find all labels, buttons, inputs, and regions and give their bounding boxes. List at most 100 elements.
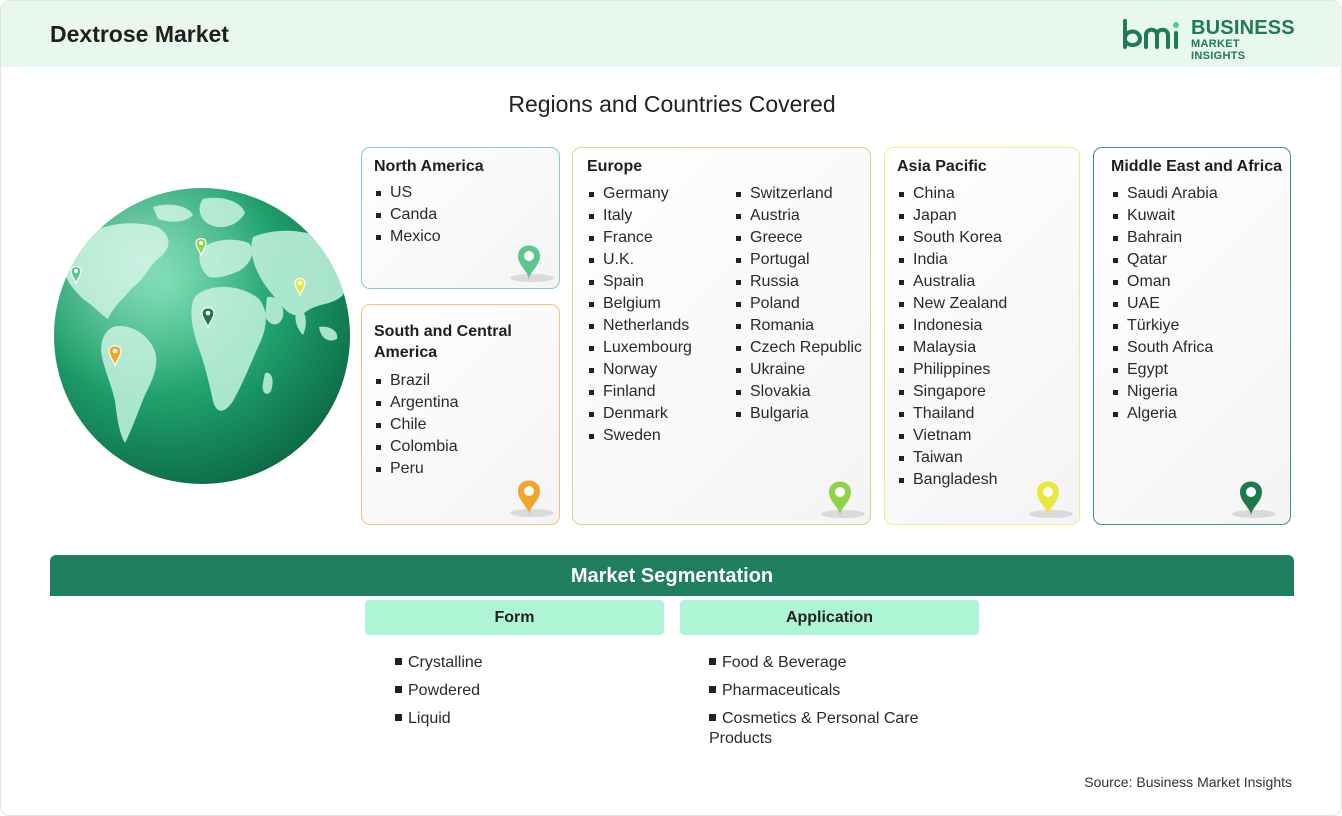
list-item: Colombia [374, 436, 459, 458]
segmentation-title: Market Segmentation [570, 565, 774, 587]
list-item: Bulgaria [734, 403, 862, 425]
map-pin-icon [510, 245, 554, 282]
list-item: Taiwan [897, 447, 1007, 469]
header-bar: Dextrose Market BUSINESS MARKET INSIGHTS [1, 1, 1341, 67]
list-item: Powdered [395, 681, 655, 701]
bullet-icon [395, 658, 402, 665]
list-item: Nigeria [1111, 381, 1218, 403]
map-pin-icon [510, 480, 554, 517]
region-title: North America [374, 158, 484, 175]
list-item: Thailand [897, 403, 1007, 425]
region-card-middle-east-africa: Middle East and Africa Saudi Arabia Kuwa… [1093, 147, 1291, 525]
segment-item-label: Food & Beverage [722, 654, 847, 671]
country-list-col2: Switzerland Austria Greece Portugal Russ… [734, 183, 862, 425]
list-item: Chile [374, 414, 459, 436]
list-item: Liquid [395, 709, 655, 729]
list-item: Japan [897, 205, 1007, 227]
list-item: Egypt [1111, 359, 1218, 381]
map-pin-icon [1029, 481, 1073, 518]
bullet-icon [709, 658, 716, 665]
region-card-south-central-america: South and Central America Brazil Argenti… [361, 304, 560, 525]
region-title: South and Central America [374, 323, 512, 361]
list-item: Peru [374, 458, 459, 480]
list-item: France [587, 227, 692, 249]
list-item: Saudi Arabia [1111, 183, 1218, 205]
list-item: Denmark [587, 403, 692, 425]
list-item: Philippines [897, 359, 1007, 381]
list-item: UAE [1111, 293, 1218, 315]
list-item: Luxembourg [587, 337, 692, 359]
globe-icon [53, 187, 351, 485]
logo-text-market-insights: MARKET INSIGHTS [1191, 38, 1246, 62]
region-card-europe: Europe Germany Italy France U.K. Spain B… [572, 147, 871, 525]
segment-item-label: Pharmaceuticals [722, 682, 841, 699]
list-item: Oman [1111, 271, 1218, 293]
list-item: Finland [587, 381, 692, 403]
list-item: Pharmaceuticals [709, 681, 945, 701]
country-list: Brazil Argentina Chile Colombia Peru [374, 370, 459, 480]
region-card-north-america: North America US Canda Mexico [361, 147, 560, 289]
list-item: New Zealand [897, 293, 1007, 315]
list-item: South Africa [1111, 337, 1218, 359]
region-title: Europe [587, 158, 643, 175]
list-item: Sweden [587, 425, 692, 447]
list-item: Singapore [897, 381, 1007, 403]
list-item: Norway [587, 359, 692, 381]
list-item: Kuwait [1111, 205, 1218, 227]
list-item: Bangladesh [897, 469, 1007, 491]
segment-item-label: Liquid [408, 710, 451, 727]
country-list: Saudi Arabia Kuwait Bahrain Qatar Oman U… [1111, 183, 1218, 425]
region-title: Asia Pacific [897, 158, 987, 175]
list-item: Russia [734, 271, 862, 293]
bullet-icon [709, 714, 716, 721]
list-item: Crystalline [395, 653, 655, 673]
regions-section-title: Regions and Countries Covered [508, 91, 836, 117]
map-pin-icon [821, 481, 865, 518]
bullet-icon [395, 714, 402, 721]
list-item: Italy [587, 205, 692, 227]
list-item: Austria [734, 205, 862, 227]
segment-list-form: Crystalline Powdered Liquid [395, 653, 655, 737]
segmentation-header-bar: Market Segmentation [50, 555, 1294, 596]
list-item: Czech Republic [734, 337, 862, 359]
bmi-logo: BUSINESS MARKET INSIGHTS [1122, 17, 1297, 62]
list-item: Bahrain [1111, 227, 1218, 249]
segment-header-label: Application [785, 609, 874, 626]
segment-item-label: Crystalline [408, 654, 483, 671]
infographic-frame: Dextrose Market BUSINESS MARKET INSIGHTS… [0, 0, 1342, 816]
segment-list-application: Food & Beverage Pharmaceuticals Cosmetic… [709, 653, 945, 757]
list-item: Romania [734, 315, 862, 337]
list-item: Indonesia [897, 315, 1007, 337]
region-title: Middle East and Africa [1111, 158, 1282, 175]
bullet-icon [395, 686, 402, 693]
list-item: Slovakia [734, 381, 862, 403]
source-note: Source: Business Market Insights [1084, 774, 1292, 790]
list-item: India [897, 249, 1007, 271]
list-item: Portugal [734, 249, 862, 271]
country-list-col1: Germany Italy France U.K. Spain Belgium … [587, 183, 692, 447]
list-item: Australia [897, 271, 1007, 293]
country-list: China Japan South Korea India Australia … [897, 183, 1007, 491]
list-item: Algeria [1111, 403, 1218, 425]
list-item: U.K. [587, 249, 692, 271]
page-title: Dextrose Market [50, 21, 229, 47]
list-item: Cosmetics & Personal Care Products [709, 709, 945, 749]
list-item: Türkiye [1111, 315, 1218, 337]
list-item: Argentina [374, 392, 459, 414]
region-card-asia-pacific: Asia Pacific China Japan South Korea Ind… [884, 147, 1080, 525]
logo-text-business: BUSINESS [1191, 17, 1295, 39]
list-item: US [374, 182, 441, 204]
list-item: Canda [374, 204, 441, 226]
map-pin-icon [1232, 481, 1276, 518]
list-item: Vietnam [897, 425, 1007, 447]
list-item: Netherlands [587, 315, 692, 337]
list-item: Mexico [374, 226, 441, 248]
bullet-icon [709, 686, 716, 693]
list-item: South Korea [897, 227, 1007, 249]
list-item: Spain [587, 271, 692, 293]
segment-header-form: Form [365, 600, 664, 635]
list-item: Ukraine [734, 359, 862, 381]
list-item: Switzerland [734, 183, 862, 205]
list-item: Poland [734, 293, 862, 315]
country-list: US Canda Mexico [374, 182, 441, 248]
